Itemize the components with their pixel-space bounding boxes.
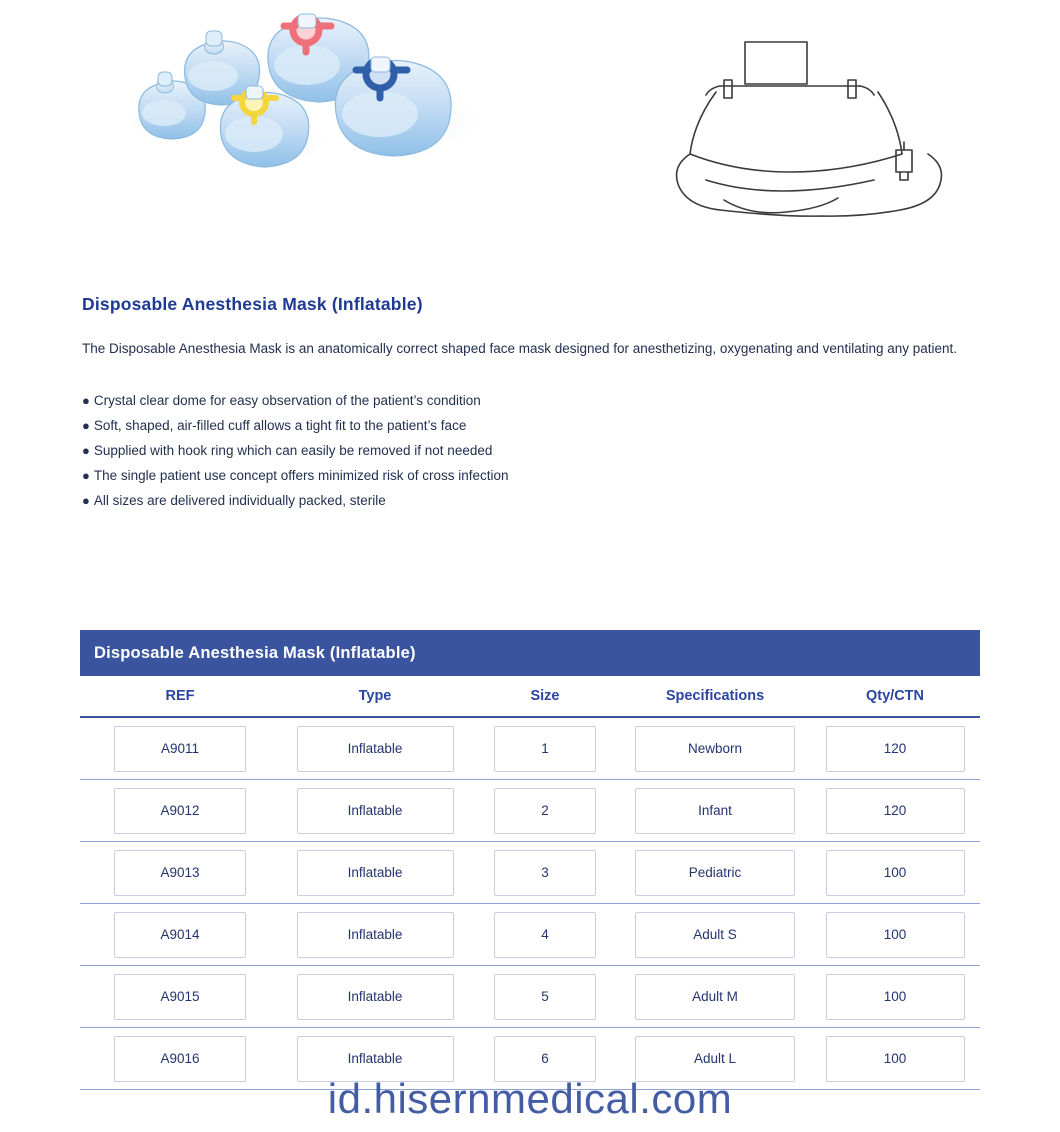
cell-ref: A9011 [114, 725, 246, 772]
list-item: ● The single patient use concept offers m… [82, 463, 972, 488]
cell-size: 3 [494, 849, 596, 896]
cell-qty: 120 [825, 725, 965, 772]
product-features-list: ● Crystal clear dome for easy observation… [82, 388, 972, 513]
cell-ref: A9015 [114, 973, 246, 1020]
cell-type: Inflatable [296, 973, 454, 1020]
specification-table: Disposable Anesthesia Mask (Inflatable) … [80, 630, 980, 1090]
list-item: ● Soft, shaped, air-filled cuff allows a … [82, 413, 972, 438]
bullet-icon: ● [82, 468, 90, 483]
bullet-icon: ● [82, 393, 90, 408]
table-row: A9012 Inflatable 2 Infant 120 [80, 780, 980, 842]
column-header-size: Size [530, 688, 560, 704]
cell-specifications: Pediatric [635, 849, 795, 896]
column-header-type: Type [358, 688, 392, 704]
cell-specifications: Adult M [635, 973, 795, 1020]
cell-specifications: Adult S [635, 911, 795, 958]
column-header-qty: Qty/CTN [866, 688, 924, 704]
table-row: A9011 Inflatable 1 Newborn 120 [80, 718, 980, 780]
bullet-icon: ● [82, 493, 90, 508]
column-header-ref: REF [165, 688, 195, 704]
feature-text: Crystal clear dome for easy observation … [93, 393, 481, 408]
feature-text: Supplied with hook ring which can easily… [93, 443, 493, 458]
product-title: Disposable Anesthesia Mask (Inflatable) [82, 294, 423, 314]
table-caption: Disposable Anesthesia Mask (Inflatable) [80, 630, 980, 676]
site-watermark: id.hisernmedical.com [327, 1075, 733, 1122]
product-intro: The Disposable Anesthesia Mask is an ana… [82, 341, 958, 356]
table-row: A9014 Inflatable 4 Adult S 100 [80, 904, 980, 966]
table-row: A9013 Inflatable 3 Pediatric 100 [80, 842, 980, 904]
list-item: ● Crystal clear dome for easy observation… [82, 388, 972, 413]
cell-qty: 100 [825, 849, 965, 896]
cell-size: 4 [494, 911, 596, 958]
cell-qty: 100 [825, 911, 965, 958]
list-item: ● Supplied with hook ring which can easil… [82, 438, 972, 463]
cell-ref: A9013 [114, 849, 246, 896]
feature-text: Soft, shaped, air-filled cuff allows a t… [93, 418, 467, 433]
feature-text: All sizes are delivered individually pac… [93, 493, 386, 508]
cell-ref: A9014 [114, 911, 246, 958]
cell-type: Inflatable [296, 725, 454, 772]
cell-size: 2 [494, 787, 596, 834]
cell-ref: A9012 [114, 787, 246, 834]
cell-size: 1 [494, 725, 596, 772]
table-header-row: REF Type Size Specifications Qty/CTN [80, 676, 980, 718]
feature-text: The single patient use concept offers mi… [93, 468, 509, 483]
cell-size: 5 [494, 973, 596, 1020]
column-header-specifications: Specifications [665, 688, 765, 704]
list-item: ● All sizes are delivered individually pa… [82, 488, 972, 513]
cell-specifications: Newborn [635, 725, 795, 772]
table-row: A9015 Inflatable 5 Adult M 100 [80, 966, 980, 1028]
cell-specifications: Infant [635, 787, 795, 834]
product-datasheet-page: Disposable Anesthesia Mask (Inflatable) … [0, 0, 1060, 1132]
anesthesia-mask-line-drawing [675, 41, 943, 217]
anesthesia-masks-photo [124, 13, 492, 168]
cell-type: Inflatable [296, 911, 454, 958]
bullet-icon: ● [82, 418, 90, 433]
bullet-icon: ● [82, 443, 90, 458]
cell-qty: 100 [825, 973, 965, 1020]
cell-type: Inflatable [296, 849, 454, 896]
cell-type: Inflatable [296, 787, 454, 834]
cell-qty: 120 [825, 787, 965, 834]
product-images [0, 0, 1060, 270]
